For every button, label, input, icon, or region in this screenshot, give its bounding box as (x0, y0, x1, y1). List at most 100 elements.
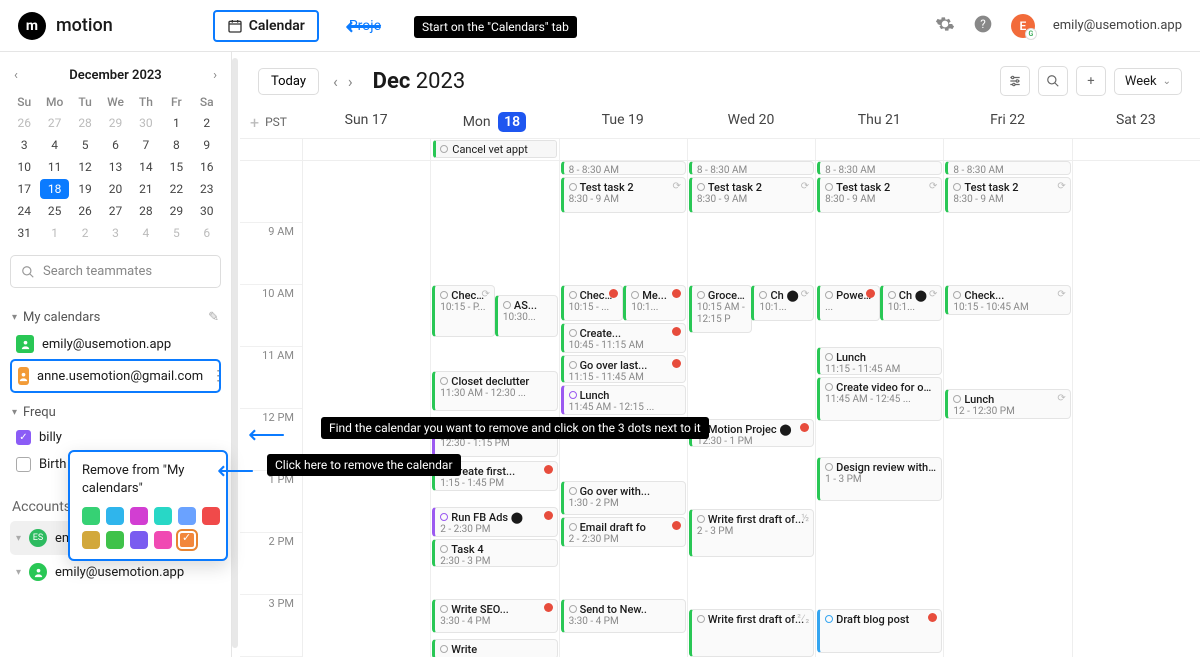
calendar-event[interactable]: Power t Prese...... (817, 285, 880, 321)
color-swatch[interactable] (82, 507, 100, 525)
mini-day[interactable]: 24 (10, 201, 38, 221)
calendar-event[interactable]: Ch ⬤10:1...⟳ (880, 285, 943, 321)
calendar-event[interactable]: Go over with...1:30 - 2 PM (561, 481, 686, 515)
mini-day[interactable]: 5 (71, 135, 99, 155)
mini-day[interactable]: 13 (101, 157, 129, 177)
calendar-event[interactable]: 8 - 8:30 AM (945, 161, 1070, 175)
mini-day[interactable]: 17 (10, 179, 38, 199)
day-header[interactable]: Thu 21 (815, 112, 943, 132)
tab-calendar[interactable]: Calendar (213, 10, 319, 42)
mini-day[interactable]: 2 (71, 223, 99, 243)
mini-day[interactable]: 30 (132, 113, 160, 133)
mini-day[interactable]: 6 (193, 223, 221, 243)
mini-day[interactable]: 9 (193, 135, 221, 155)
next-week-button[interactable]: › (344, 68, 357, 95)
calendar-event[interactable]: Design review with team1 - 3 PM (817, 457, 942, 501)
search-input[interactable]: Search teammates (10, 255, 221, 288)
mini-day[interactable]: 5 (162, 223, 190, 243)
settings-icon[interactable] (935, 14, 955, 38)
day-column[interactable] (1072, 161, 1200, 657)
mini-day[interactable]: 4 (40, 135, 68, 155)
mini-prev-month[interactable]: ‹ (10, 66, 22, 85)
mini-day[interactable]: 3 (10, 135, 38, 155)
mini-day[interactable]: 21 (132, 179, 160, 199)
mini-day[interactable]: 3 (101, 223, 129, 243)
color-swatch[interactable] (106, 507, 124, 525)
day-header[interactable]: Tue 19 (559, 112, 687, 132)
calendar-menu-icon[interactable]: ⋮ (211, 368, 225, 384)
mini-day[interactable]: 2 (193, 113, 221, 133)
frequent-header[interactable]: ▾ Frequ (10, 401, 221, 424)
user-avatar[interactable]: E (1011, 14, 1035, 38)
remove-from-my-calendars[interactable]: Remove from "My calendars" (78, 460, 218, 505)
day-column[interactable]: 8 - 8:30 AMTest task 28:30 - 9 AM⟳Grocer… (687, 161, 815, 657)
calendar-event[interactable]: Email draft fo2 - 2:30 PM (561, 517, 686, 547)
day-header[interactable]: Wed 20 (687, 112, 815, 132)
calendar-event[interactable]: Send to New..3:30 - 4 PM (561, 599, 686, 633)
day-header[interactable]: Sun 17 (302, 112, 430, 132)
checkbox[interactable] (16, 430, 31, 445)
calendar-event[interactable]: Check...10:15 - ... (561, 285, 624, 321)
mini-day[interactable]: 27 (40, 113, 68, 133)
color-swatch[interactable] (106, 531, 124, 549)
mini-day[interactable]: 29 (101, 113, 129, 133)
mini-day[interactable]: 15 (162, 157, 190, 177)
mini-day[interactable]: 26 (71, 201, 99, 221)
calendar-event[interactable]: Check...10:15 - P...⟳ (432, 285, 495, 337)
calendar-event[interactable]: Lunch11:45 AM - 12:15 ... (561, 385, 686, 415)
edit-icon[interactable]: ✎ (208, 310, 219, 325)
add-allday-icon[interactable]: + (250, 113, 259, 132)
calendar-event[interactable]: Write first draft of...2 - 3 PM½ (689, 509, 814, 557)
color-swatch[interactable] (202, 507, 220, 525)
view-dropdown[interactable]: Week⌄ (1114, 68, 1182, 95)
allday-event[interactable]: Cancel vet appt (433, 140, 556, 158)
day-header[interactable]: Fri 22 (943, 112, 1071, 132)
mini-day[interactable]: 10 (10, 157, 38, 177)
mini-next-month[interactable]: › (209, 66, 221, 85)
calendar-row[interactable]: anne.usemotion@gmail.com⋮ (10, 359, 221, 393)
mini-day[interactable]: 14 (132, 157, 160, 177)
calendar-event[interactable]: Test task 28:30 - 9 AM⟳ (817, 177, 942, 213)
mini-day[interactable]: 28 (71, 113, 99, 133)
mini-day[interactable]: 7 (132, 135, 160, 155)
color-swatch[interactable] (178, 507, 196, 525)
calendar-event[interactable]: Write SEO...3:30 - 4 PM (432, 599, 557, 633)
mini-day[interactable]: 6 (101, 135, 129, 155)
calendar-event[interactable]: Ch ⬤10:1...⟳ (751, 285, 814, 321)
calendar-event[interactable]: Test task 28:30 - 9 AM⟳ (689, 177, 814, 213)
calendar-event[interactable]: Write first draft of...²⁄₂ (689, 609, 814, 657)
mini-day[interactable]: 27 (101, 201, 129, 221)
settings-sliders-icon[interactable] (1000, 66, 1030, 96)
mini-day[interactable]: 20 (101, 179, 129, 199)
mini-day[interactable]: 22 (162, 179, 190, 199)
calendar-event[interactable]: Create video for onboarding11:45 AM - 12… (817, 377, 942, 421)
color-swatch[interactable] (82, 531, 100, 549)
calendar-event[interactable]: Draft blog post (817, 609, 942, 653)
color-swatch[interactable] (130, 507, 148, 525)
day-header[interactable]: Mon 18 (430, 112, 558, 132)
calendar-event[interactable]: Me...10:1... (623, 285, 686, 321)
color-swatch[interactable] (178, 531, 196, 549)
calendar-event[interactable]: Check...10:15 - 10:45 AM⟳ (945, 285, 1070, 315)
day-column[interactable]: Check...10:15 - P...⟳AS...10:30...Closet… (430, 161, 558, 657)
day-column[interactable]: 8 - 8:30 AM Test task 28:30 - 9 AM⟳ Check.… (943, 161, 1071, 657)
mini-day[interactable]: 25 (40, 201, 68, 221)
calendar-event[interactable]: Grocery shopping10:15 AM - 12:15 P (689, 285, 752, 333)
color-swatch[interactable] (130, 531, 148, 549)
mini-day[interactable]: 26 (10, 113, 38, 133)
calendar-event[interactable]: Run FB Ads ⬤2 - 2:30 PM (432, 507, 557, 537)
calendar-event[interactable]: Lunch11:15 - 11:45 AM (817, 347, 942, 375)
calendar-event[interactable]: Write (432, 639, 557, 657)
calendar-event[interactable]: Test task 28:30 - 9 AM⟳ (561, 177, 686, 213)
color-swatch[interactable] (154, 531, 172, 549)
calendar-row[interactable]: emily@usemotion.app (10, 329, 221, 359)
my-calendars-header[interactable]: ▾ My calendars ✎ (10, 306, 221, 329)
mini-day[interactable]: 28 (132, 201, 160, 221)
mini-day[interactable]: 12 (71, 157, 99, 177)
day-header[interactable]: Sat 23 (1072, 112, 1200, 132)
search-button[interactable] (1038, 66, 1068, 96)
color-swatch[interactable] (154, 507, 172, 525)
calendar-event[interactable]: Test task 28:30 - 9 AM⟳ (945, 177, 1070, 213)
mini-day[interactable]: 11 (40, 157, 68, 177)
today-button[interactable]: Today (258, 68, 319, 95)
